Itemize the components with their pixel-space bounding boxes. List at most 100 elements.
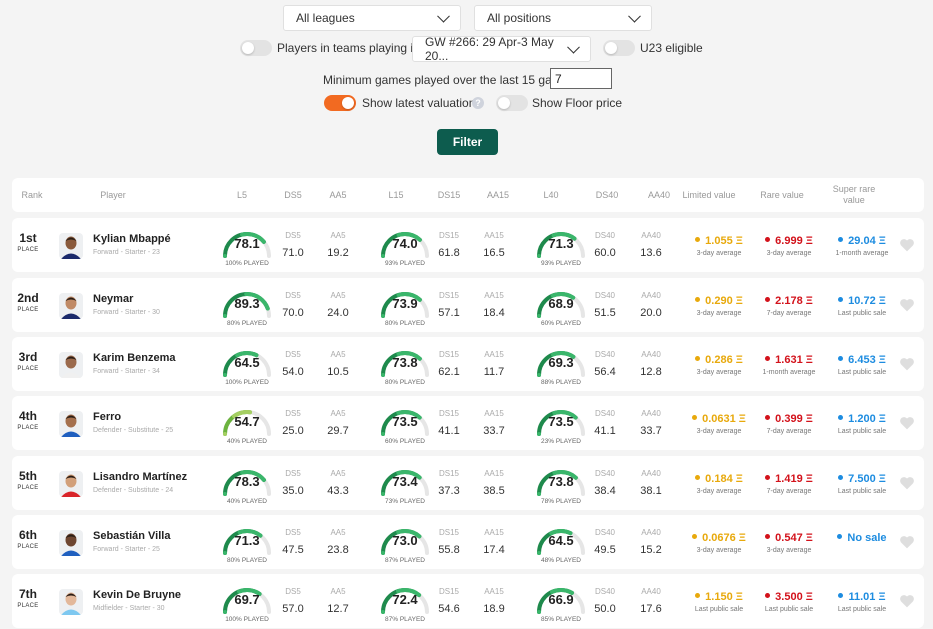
favorite-heart-icon[interactable] bbox=[899, 357, 915, 371]
league-select-value: All leagues bbox=[296, 11, 355, 25]
player-name[interactable]: Kylian Mbappé bbox=[93, 233, 171, 245]
aa5-stat: AA5 10.5 bbox=[318, 337, 358, 378]
header-super-rare-value[interactable]: Super rare value bbox=[829, 184, 879, 206]
rare-price-value: 0.547 Ξ bbox=[775, 532, 813, 544]
help-icon[interactable]: ? bbox=[472, 97, 484, 109]
ds15-label: DS15 bbox=[438, 231, 459, 240]
header-l40[interactable]: L40 bbox=[543, 190, 558, 201]
u23-toggle[interactable] bbox=[603, 40, 635, 56]
l5-score: 54.7 bbox=[234, 414, 260, 429]
table-row[interactable]: 5th PLACE Lisandro Martínez Defender - Subs… bbox=[12, 456, 924, 510]
l40-gauge: 69.3 88% PLAYED bbox=[531, 342, 591, 386]
l15-score: 73.9 bbox=[392, 296, 418, 311]
table-row[interactable]: 1st PLACE Kylian Mbappé Forward - Starter -… bbox=[12, 218, 924, 272]
rare-dot-icon bbox=[765, 297, 771, 302]
aa5-stat: AA5 24.0 bbox=[318, 278, 358, 319]
aa5-stat: AA5 23.8 bbox=[318, 515, 358, 556]
limited-price-source: Last public sale bbox=[694, 606, 744, 613]
position-select[interactable]: All positions bbox=[474, 5, 652, 31]
aa5-label: AA5 bbox=[330, 469, 346, 478]
l15-score: 72.4 bbox=[392, 592, 418, 607]
limited-price-source: 3-day average bbox=[696, 310, 742, 317]
favorite-heart-icon[interactable] bbox=[899, 298, 915, 312]
header-player[interactable]: Player bbox=[100, 190, 126, 201]
rank-number: 2nd bbox=[17, 291, 39, 305]
ds40-value: 60.0 bbox=[594, 247, 616, 259]
limited-price: 0.0676 Ξ 3-day average bbox=[684, 532, 754, 554]
player-name[interactable]: Kevin De Bruyne bbox=[93, 589, 181, 601]
l15-score: 73.4 bbox=[392, 474, 418, 489]
table-row[interactable]: 6th PLACE Sebastián Villa Forward - Starter… bbox=[12, 515, 924, 569]
aa5-value: 12.7 bbox=[327, 603, 349, 615]
rank-place-label: PLACE bbox=[17, 425, 39, 431]
filter-button[interactable]: Filter bbox=[437, 129, 498, 155]
favorite-heart-icon[interactable] bbox=[899, 238, 915, 252]
player-name[interactable]: Lisandro Martínez bbox=[93, 471, 187, 483]
player-info: Defender - Substitute - 25 bbox=[93, 427, 174, 434]
favorite-heart-icon[interactable] bbox=[899, 594, 915, 608]
ds15-value: 41.1 bbox=[438, 425, 460, 437]
l40-score: 69.3 bbox=[548, 355, 574, 370]
header-ds15[interactable]: DS15 bbox=[438, 190, 461, 201]
l40-score: 73.8 bbox=[548, 474, 574, 489]
super_rare-price: 1.200 Ξ Last public sale bbox=[827, 413, 897, 435]
rare-price-value: 3.500 Ξ bbox=[775, 591, 813, 603]
aa15-value: 33.7 bbox=[483, 425, 505, 437]
rare-price-value: 0.399 Ξ bbox=[775, 413, 813, 425]
table-row[interactable]: 3rd PLACE Karim Benzema Forward - Starter -… bbox=[12, 337, 924, 391]
favorite-heart-icon[interactable] bbox=[899, 535, 915, 549]
l5-score: 78.1 bbox=[234, 236, 260, 251]
limited-dot-icon bbox=[695, 475, 701, 480]
header-aa15[interactable]: AA15 bbox=[487, 190, 509, 201]
league-select[interactable]: All leagues bbox=[283, 5, 461, 31]
aa15-label: AA15 bbox=[484, 231, 504, 240]
l40-played: 85% PLAYED bbox=[541, 616, 581, 623]
table-header: Rank Player L5 DS5 AA5 L15 DS15 AA15 L40… bbox=[12, 178, 924, 212]
min-games-input[interactable]: 7 bbox=[550, 68, 612, 89]
player-name[interactable]: Sebastián Villa bbox=[93, 530, 170, 542]
header-l5[interactable]: L5 bbox=[237, 190, 247, 201]
header-rare-value[interactable]: Rare value bbox=[760, 190, 804, 201]
latest-valuation-toggle[interactable] bbox=[324, 95, 356, 111]
player-name[interactable]: Ferro bbox=[93, 411, 121, 423]
rank-cell: 7th PLACE bbox=[12, 587, 44, 609]
aa5-value: 10.5 bbox=[327, 366, 349, 378]
player-name[interactable]: Neymar bbox=[93, 293, 133, 305]
player-info: Forward - Starter - 34 bbox=[93, 368, 160, 375]
header-ds40[interactable]: DS40 bbox=[596, 190, 619, 201]
rank-place-label: PLACE bbox=[17, 603, 39, 609]
aa40-stat: AA40 38.1 bbox=[631, 456, 671, 497]
favorite-heart-icon[interactable] bbox=[899, 416, 915, 430]
rare-price: 0.399 Ξ 7-day average bbox=[754, 413, 824, 435]
header-ds5[interactable]: DS5 bbox=[284, 190, 302, 201]
l15-score: 73.0 bbox=[392, 533, 418, 548]
header-aa5[interactable]: AA5 bbox=[329, 190, 346, 201]
player-name[interactable]: Karim Benzema bbox=[93, 352, 176, 364]
l15-score: 73.8 bbox=[392, 355, 418, 370]
table-row[interactable]: 2nd PLACE Neymar Forward - Starter - 30 89.3… bbox=[12, 278, 924, 332]
table-row[interactable]: 7th PLACE Kevin De Bruyne Midfielder - Star… bbox=[12, 574, 924, 628]
rare-price-source: 1-month average bbox=[762, 369, 816, 376]
player-avatar bbox=[59, 293, 83, 319]
l15-played: 60% PLAYED bbox=[385, 438, 425, 445]
aa15-value: 38.5 bbox=[483, 485, 505, 497]
header-limited-value[interactable]: Limited value bbox=[682, 190, 735, 201]
favorite-heart-icon[interactable] bbox=[899, 476, 915, 490]
player-info: Forward - Starter - 25 bbox=[93, 546, 160, 553]
aa40-stat: AA40 13.6 bbox=[631, 218, 671, 259]
ds40-stat: DS40 38.4 bbox=[585, 456, 625, 497]
aa5-value: 19.2 bbox=[327, 247, 349, 259]
floor-price-toggle[interactable] bbox=[496, 95, 528, 111]
gameweek-select[interactable]: GW #266: 29 Apr-3 May 20... bbox=[412, 35, 591, 63]
l15-gauge: 73.0 87% PLAYED bbox=[375, 520, 435, 564]
l5-score: 89.3 bbox=[234, 296, 260, 311]
teams-playing-toggle[interactable] bbox=[240, 40, 272, 56]
super_rare-price-value: No sale bbox=[847, 532, 887, 544]
u23-label: U23 eligible bbox=[640, 41, 703, 55]
header-l15[interactable]: L15 bbox=[388, 190, 403, 201]
table-row[interactable]: 4th PLACE Ferro Defender - Substitute - 25 5… bbox=[12, 396, 924, 450]
header-aa40[interactable]: AA40 bbox=[648, 190, 670, 201]
l40-played: 23% PLAYED bbox=[541, 438, 581, 445]
ds40-value: 56.4 bbox=[594, 366, 616, 378]
header-rank[interactable]: Rank bbox=[21, 190, 42, 201]
